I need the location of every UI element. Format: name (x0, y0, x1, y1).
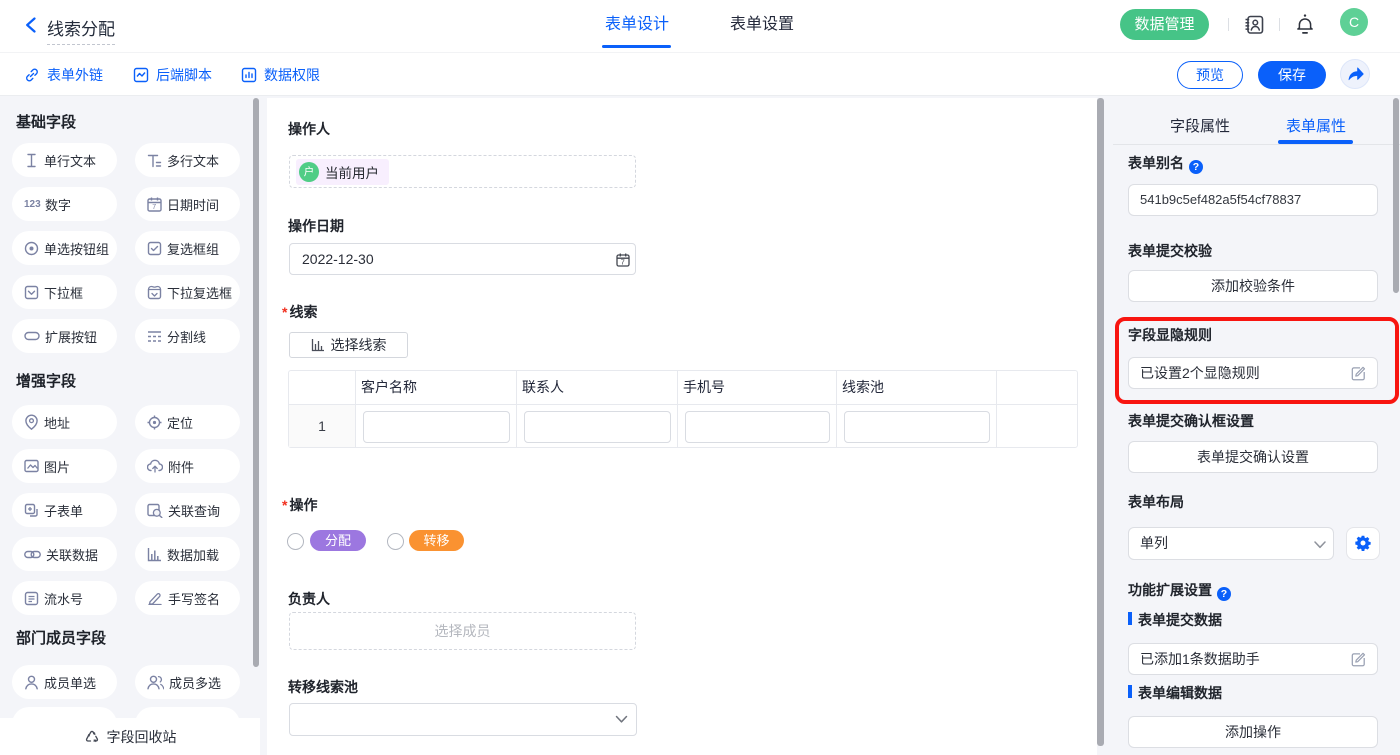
svg-text:7: 7 (152, 204, 156, 211)
svg-text:7: 7 (621, 258, 625, 267)
